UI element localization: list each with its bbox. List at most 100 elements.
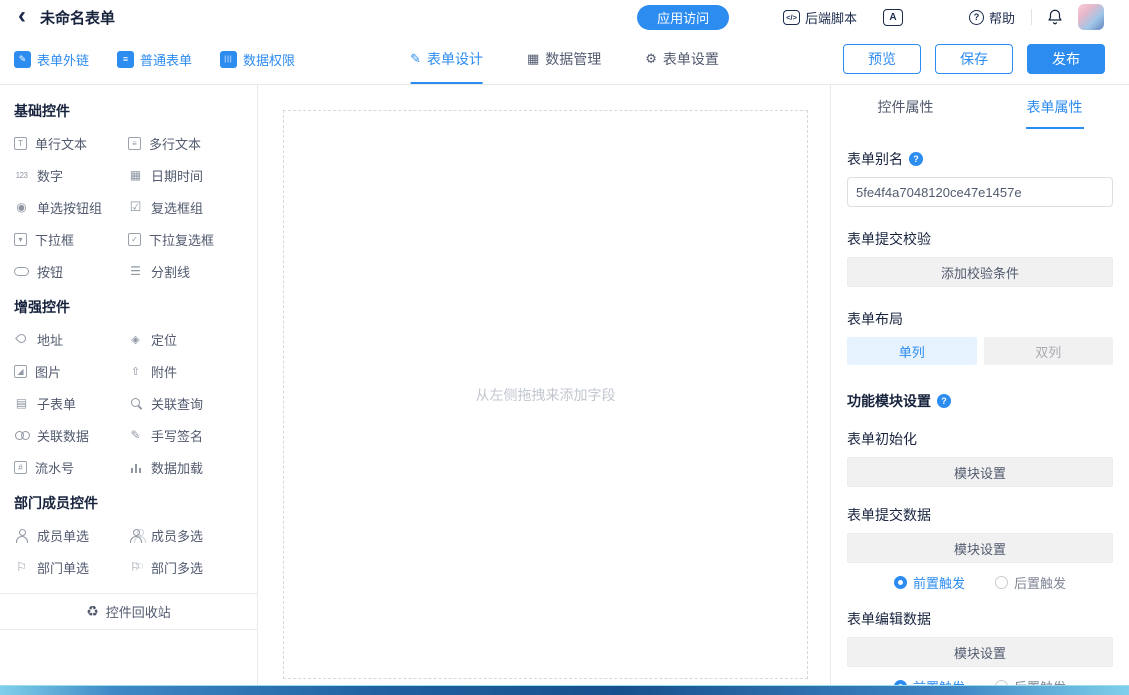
serial-number-icon: # [14,461,27,474]
backend-script-button[interactable]: </> 后端脚本 [783,8,857,27]
multi-select-icon: ✓ [128,233,141,246]
radio-unselected-icon [995,576,1008,589]
form-layout-label: 表单布局 [847,309,1113,329]
palette-item-related-query[interactable]: 关联查询 [128,387,257,419]
palette-item-location[interactable]: ◈ 定位 [128,323,257,355]
help-label: 帮助 [989,8,1015,27]
edit-post-trigger-radio[interactable]: 后置触发 [995,677,1066,686]
add-validation-button[interactable]: 添加校验条件 [847,257,1113,287]
palette-item-dept-multi[interactable]: ⚐ 部门多选 [128,551,257,583]
notification-bell-icon[interactable] [1046,8,1064,26]
edit-pre-trigger-radio[interactable]: 前置触发 [894,677,965,686]
question-icon: ? [969,10,984,25]
palette-item-address[interactable]: 地址 [14,323,128,355]
tab-form-design[interactable]: ✎ 表单设计 [410,34,483,84]
modules-title: 功能模块设置 [847,391,931,411]
palette-section-title-enhanced: 增强控件 [0,287,257,323]
module-submit-label: 表单提交数据 [847,505,1113,525]
palette-item-multi-select[interactable]: ✓ 下拉复选框 [128,223,257,255]
form-alias-label: 表单别名 [847,149,903,169]
palette-item-serial-number[interactable]: # 流水号 [14,451,128,483]
palette-section-title-basic: 基础控件 [0,91,257,127]
layout-single-column-button[interactable]: 单列 [847,337,977,365]
palette-item-datetime[interactable]: ▦ 日期时间 [128,159,257,191]
language-icon[interactable]: A [883,9,903,26]
module-edit-settings-button[interactable]: 模块设置 [847,637,1113,667]
form-mode-switcher: ✎ 表单外链 ≡ 普通表单 ||| 数据权限 [0,50,295,69]
dept-single-icon: ⚐ [14,560,29,575]
mode-normal-form[interactable]: ≡ 普通表单 [117,50,192,69]
multi-line-text-icon: ≡ [128,137,141,150]
module-submit-settings-button[interactable]: 模块设置 [847,533,1113,563]
backend-script-label: 后端脚本 [805,8,857,27]
form-settings-icon: ⚙ [645,51,657,67]
alias-help-icon[interactable]: ? [909,152,923,166]
palette-item-signature[interactable]: ✎ 手写签名 [128,419,257,451]
help-button[interactable]: ? 帮助 [969,8,1015,27]
mode-form-external-link[interactable]: ✎ 表单外链 [14,50,89,69]
palette-item-member-multi[interactable]: 成员多选 [128,519,257,551]
form-design-icon: ✎ [410,51,421,67]
publish-button[interactable]: 发布 [1027,44,1105,74]
tab-data-management[interactable]: ▦ 数据管理 [527,34,601,84]
palette-item-image[interactable]: ◢ 图片 [14,355,128,387]
member-multi-icon [128,528,143,543]
palette-item-related-data[interactable]: 关联数据 [14,419,128,451]
palette-item-attachment[interactable]: ⇧ 附件 [128,355,257,387]
member-single-icon [14,528,29,543]
form-canvas-dropzone[interactable]: 从左侧拖拽来添加字段 [283,110,808,679]
module-init-settings-button[interactable]: 模块设置 [847,457,1113,487]
palette-item-multi-line-text[interactable]: ≡ 多行文本 [128,127,257,159]
preview-button[interactable]: 预览 [843,44,921,74]
mode-data-permission[interactable]: ||| 数据权限 [220,50,295,69]
recycle-bin-button[interactable]: ♻ 控件回收站 [0,593,257,630]
normal-form-icon: ≡ [117,51,134,68]
data-permission-icon: ||| [220,51,237,68]
data-management-icon: ▦ [527,51,539,67]
page-title: 未命名表单 [40,7,115,28]
main-tabs: ✎ 表单设计 ▦ 数据管理 ⚙ 表单设置 [410,34,719,84]
checkbox-group-icon: ☑ [128,200,143,215]
properties-body: 表单别名 ? 表单提交校验 添加校验条件 表单布局 单列 双列 功能模块设置 ?… [831,129,1129,685]
save-button[interactable]: 保存 [935,44,1013,74]
recycle-icon: ♻ [86,603,99,620]
top-header: ‹ 未命名表单 应用访问 </> 后端脚本 A ? 帮助 [0,0,1129,34]
radio-group-icon: ◉ [14,200,29,215]
layout-segment: 单列 双列 [847,337,1113,365]
toolbar-actions: 预览 保存 发布 [843,44,1129,74]
app-access-button[interactable]: 应用访问 [637,5,729,30]
layout-double-column-button[interactable]: 双列 [984,337,1114,365]
palette-item-radio-group[interactable]: ◉ 单选按钮组 [14,191,128,223]
tab-form-settings[interactable]: ⚙ 表单设置 [645,34,719,84]
palette-grid-basic: T 单行文本 ≡ 多行文本 123 数字 ▦ 日期时间 ◉ 单选按钮组 ☑ 复选… [0,127,257,287]
submit-pre-trigger-radio[interactable]: 前置触发 [894,573,965,592]
form-alias-input[interactable] [847,177,1113,207]
palette-item-dept-single[interactable]: ⚐ 部门单选 [14,551,128,583]
user-avatar[interactable] [1078,4,1104,30]
canvas-placeholder: 从左侧拖拽来添加字段 [476,385,616,405]
windows-taskbar[interactable] [0,685,1129,695]
palette-item-button[interactable]: 按钮 [14,255,128,287]
palette-item-single-line-text[interactable]: T 单行文本 [14,127,128,159]
back-button[interactable]: ‹ [18,4,26,28]
palette-item-checkbox-group[interactable]: ☑ 复选框组 [128,191,257,223]
control-palette: 基础控件 T 单行文本 ≡ 多行文本 123 数字 ▦ 日期时间 ◉ 单选按钮组 [0,85,258,685]
module-section-init: 表单初始化 模块设置 [847,429,1113,487]
palette-item-select[interactable]: ▾ 下拉框 [14,223,128,255]
button-icon [14,267,29,276]
palette-item-data-load[interactable]: 数据加载 [128,451,257,483]
palette-item-divider[interactable]: ☰ 分割线 [128,255,257,287]
modules-help-icon[interactable]: ? [937,394,951,408]
tab-control-properties[interactable]: 控件属性 [831,85,980,129]
address-icon [14,332,29,347]
location-icon: ◈ [128,332,143,347]
form-alias-label-row: 表单别名 ? [847,149,1113,169]
related-data-icon [14,428,29,443]
radio-selected-icon [894,680,907,686]
submit-post-trigger-radio[interactable]: 后置触发 [995,573,1066,592]
palette-item-number[interactable]: 123 数字 [14,159,128,191]
palette-item-member-single[interactable]: 成员单选 [14,519,128,551]
tab-form-properties[interactable]: 表单属性 [980,85,1129,129]
code-icon: </> [783,10,800,25]
palette-item-subform[interactable]: ▤ 子表单 [14,387,128,419]
